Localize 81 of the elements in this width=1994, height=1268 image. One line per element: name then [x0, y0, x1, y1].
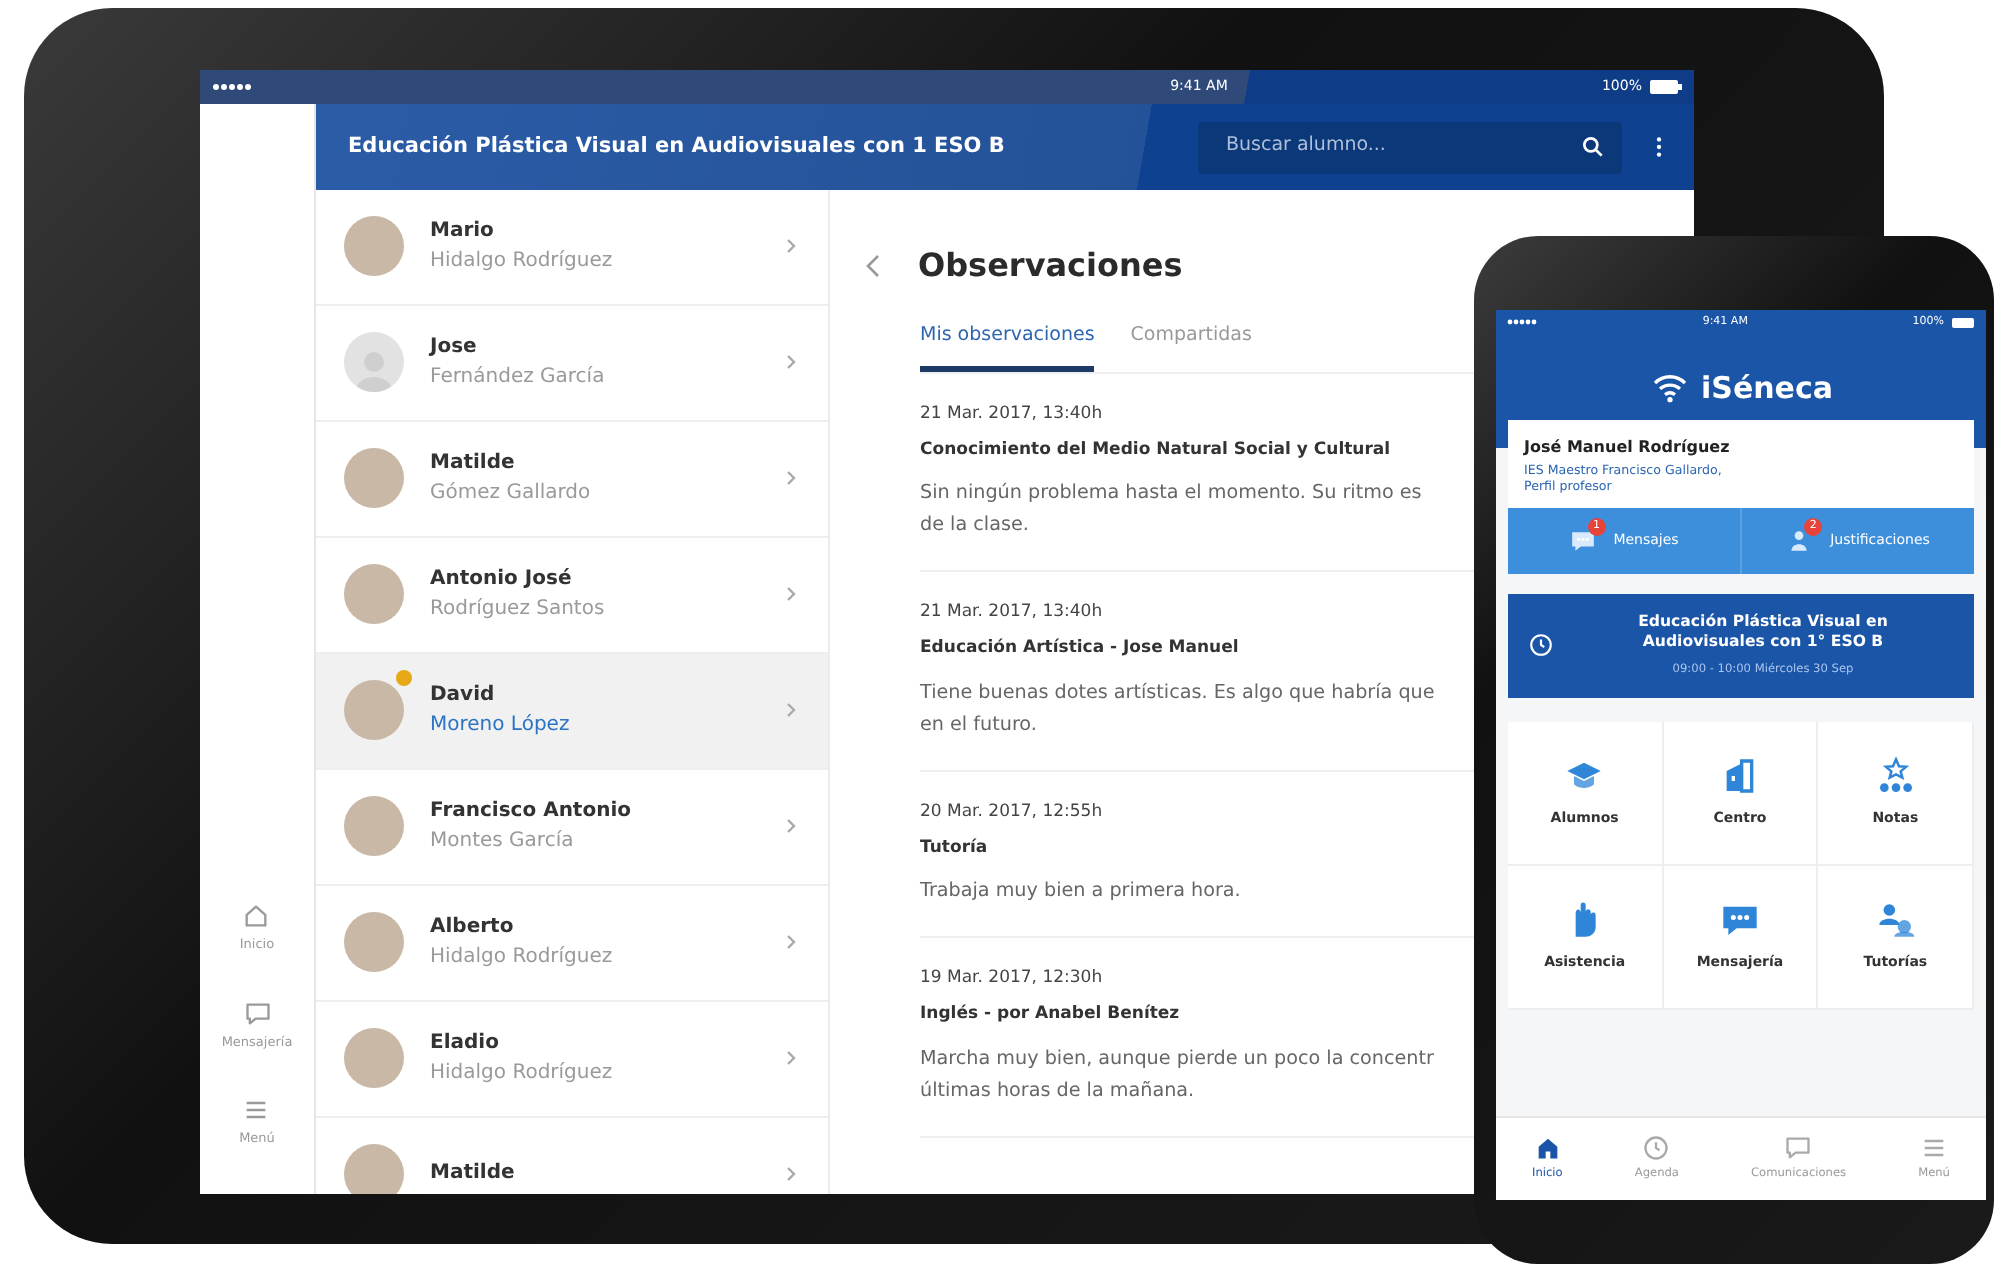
- observation-date: 21 Mar. 2017, 13:40h: [920, 600, 1103, 627]
- avatar: [344, 216, 404, 277]
- observation-text: en el futuro.: [920, 711, 1037, 740]
- observation-subject: Tutoría: [920, 835, 988, 861]
- chevron-icon: [786, 934, 796, 951]
- student-row[interactable]: Alberto Hidalgo Rodríguez: [316, 885, 828, 1002]
- chevron-icon: [786, 818, 796, 835]
- student-row[interactable]: Eladio Hidalgo Rodríguez: [316, 1001, 828, 1118]
- student-first-name: David: [430, 681, 497, 710]
- observation-text: Trabaja muy bien a primera hora.: [920, 878, 1241, 907]
- chevron-icon: [786, 1050, 796, 1067]
- observation-subject: Educación Artística - Jose Manuel: [920, 636, 1239, 662]
- battery-icon: [1952, 317, 1976, 327]
- person-icon: [1786, 527, 1813, 554]
- avatar: [344, 680, 404, 741]
- student-surname: Fernández García: [430, 363, 607, 392]
- student-row[interactable]: Matilde Gómez Gallardo: [316, 421, 828, 538]
- home-icon: [1533, 1134, 1562, 1163]
- student-surname: Montes García: [430, 827, 576, 856]
- people-icon: [1875, 899, 1916, 940]
- avatar: [344, 1028, 404, 1089]
- avatar: [344, 796, 404, 857]
- chat-icon: [243, 999, 271, 1027]
- observation-text: Marcha muy bien, aunque pierde un poco la concentr: [920, 1045, 1434, 1074]
- student-surname: Moreno López: [430, 711, 572, 740]
- avatar: [344, 1144, 404, 1194]
- panel-title: Observaciones: [918, 243, 1183, 288]
- app-name: iSéneca: [1701, 368, 1833, 410]
- stars-icon: [1875, 755, 1916, 796]
- student-surname: Hidalgo Rodríguez: [430, 247, 615, 276]
- student-surname: Hidalgo Rodríguez: [430, 1059, 615, 1088]
- profile-name: José Manuel Rodríguez: [1524, 435, 1732, 459]
- search-icon[interactable]: [1580, 134, 1606, 160]
- back-icon[interactable]: [866, 254, 880, 279]
- observation-subject: Inglés - por Anabel Benítez: [920, 1002, 1180, 1028]
- student-row[interactable]: Jose Fernández García: [316, 305, 828, 422]
- chevron-icon: [786, 1166, 796, 1183]
- chevron-icon: [786, 586, 796, 603]
- clock-icon: [1642, 1134, 1671, 1163]
- observation-text: de la clase.: [920, 512, 1029, 541]
- avatar: [344, 912, 404, 973]
- search-bar[interactable]: Buscar alumno...: [1198, 121, 1622, 173]
- chevron-icon: [786, 470, 796, 487]
- observation-text: Tiene buenas dotes artísticas. Es algo que habría que: [920, 679, 1435, 708]
- avatar: [344, 564, 404, 625]
- battery-icon: [1649, 80, 1682, 95]
- observation-text: últimas horas de la mañana.: [920, 1077, 1195, 1106]
- student-first-name: Matilde: [430, 1160, 517, 1189]
- observation-text: Sin ningún problema hasta el momento. Su ritmo es: [920, 480, 1422, 509]
- student-first-name: Alberto: [430, 913, 516, 942]
- chevron-icon: [786, 238, 796, 255]
- student-first-name: Jose: [430, 333, 479, 362]
- student-first-name: Francisco Antonio: [430, 797, 634, 826]
- student-row[interactable]: David Moreno López: [316, 653, 828, 770]
- search-input[interactable]: Buscar alumno...: [1222, 130, 1580, 164]
- avatar: [344, 448, 404, 509]
- observation-subject: Conocimiento del Medio Natural Social y Cultural: [920, 437, 1391, 463]
- observation-date: 21 Mar. 2017, 13:40h: [920, 401, 1103, 428]
- chat-icon: [1569, 527, 1596, 554]
- student-first-name: Matilde: [430, 449, 517, 478]
- chat-icon: [1784, 1134, 1813, 1163]
- signal-icon: [1506, 318, 1538, 326]
- student-surname: Hidalgo Rodríguez: [430, 943, 615, 972]
- student-surname: Rodríguez Santos: [430, 595, 607, 624]
- signal-icon: [212, 82, 256, 93]
- student-row[interactable]: Matilde: [316, 1117, 828, 1194]
- class-title: Educación Plástica Visual en Audiovisuales con 1 ESO B: [348, 131, 1007, 162]
- student-surname: Gómez Gallardo: [430, 479, 593, 508]
- chevron-icon: [786, 702, 796, 719]
- student-first-name: Mario: [430, 217, 496, 246]
- tab[interactable]: Mis observaciones: [920, 321, 1095, 372]
- student-first-name: Antonio José: [430, 565, 574, 594]
- home-icon: [242, 901, 271, 930]
- chevron-icon: [786, 354, 796, 371]
- observation-date: 20 Mar. 2017, 12:55h: [920, 799, 1103, 826]
- student-row[interactable]: Francisco Antonio Montes García: [316, 769, 828, 886]
- student-row[interactable]: Mario Hidalgo Rodríguez: [316, 189, 828, 306]
- avatar: [344, 332, 404, 393]
- observation-date: 19 Mar. 2017, 12:30h: [920, 966, 1103, 993]
- student-first-name: Eladio: [430, 1029, 501, 1058]
- clock-icon: [1528, 632, 1554, 659]
